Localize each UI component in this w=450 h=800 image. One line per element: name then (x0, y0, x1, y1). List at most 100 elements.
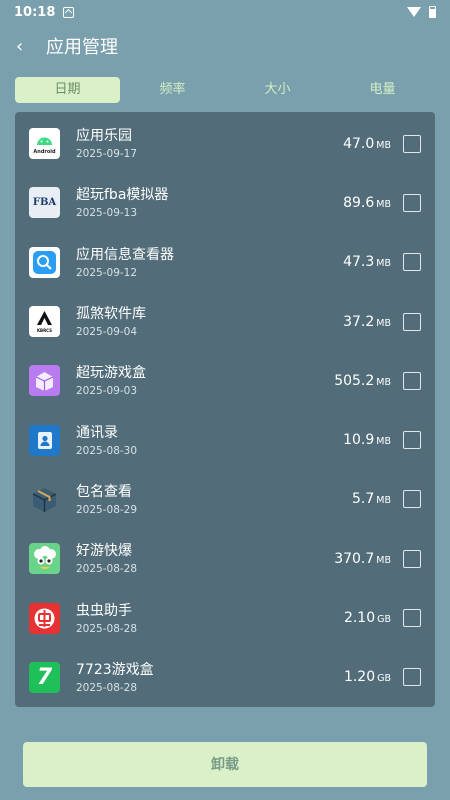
status-bar: 10:18 (0, 0, 450, 24)
app-date: 2025-09-17 (76, 148, 138, 161)
app-size: 10.9 MB (343, 432, 391, 448)
contacts-icon (29, 424, 60, 456)
tab-size[interactable]: 大小 (225, 77, 330, 103)
app-size: 5.7 MB (352, 491, 391, 507)
select-checkbox[interactable] (403, 193, 421, 212)
haoyou-popcorn-icon (29, 543, 60, 575)
back-arrow-icon[interactable]: ‹ (16, 36, 36, 57)
app-date: 2025-09-03 (76, 385, 138, 398)
select-checkbox[interactable] (403, 134, 421, 153)
size-unit: MB (376, 495, 391, 507)
gusha-icon-label: KBRCS (37, 328, 52, 333)
sort-tabs: 日期 频率 大小 电量 (15, 77, 435, 103)
list-item[interactable]: 虫虫助手 2025-08-28 2.10 GB (15, 588, 435, 647)
list-item[interactable]: 应用信息查看器 2025-09-12 47.3 MB (15, 233, 435, 292)
app-name: 好游快爆 (76, 543, 132, 560)
select-checkbox[interactable] (403, 431, 421, 450)
size-value: 505.2 (334, 372, 375, 389)
list-item[interactable]: 好游快爆 2025-08-28 370.7 MB (15, 529, 435, 588)
app-date: 2025-08-30 (76, 444, 138, 457)
app-info: 超玩fba模拟器 2025-09-13 (76, 186, 343, 219)
size-value: 47.0 (343, 135, 375, 152)
fba-icon: FBA (29, 187, 60, 219)
size-value: 2.10 (343, 610, 376, 627)
app-name: 包名查看 (76, 483, 132, 500)
size-unit: MB (376, 436, 391, 448)
app-info: 虫虫助手 2025-08-28 (76, 602, 344, 635)
app-info: 通讯录 2025-08-30 (76, 424, 343, 457)
app-date: 2025-08-28 (76, 622, 138, 635)
select-checkbox[interactable] (403, 490, 421, 509)
size-value: 1.20 (343, 669, 376, 686)
app-name: 虫虫助手 (76, 602, 132, 619)
app-name: 通讯录 (76, 424, 118, 441)
battery-icon (429, 6, 436, 18)
app-size: 37.2 MB (343, 314, 391, 330)
select-checkbox[interactable] (403, 609, 421, 628)
tab-date[interactable]: 日期 (15, 77, 120, 103)
tab-frequency[interactable]: 频率 (120, 77, 225, 103)
app-size: 1.20 GB (344, 669, 391, 685)
app-name: 7723游戏盒 (76, 661, 154, 678)
package-box-icon (29, 484, 60, 515)
select-checkbox[interactable] (403, 253, 421, 272)
size-unit: GB (377, 673, 391, 685)
app-size: 505.2 MB (334, 373, 391, 389)
size-unit: MB (376, 139, 391, 151)
status-time: 10:18 (14, 4, 56, 20)
app-info: 超玩游戏盒 2025-09-03 (76, 364, 334, 397)
android-icon: Android (29, 128, 60, 160)
app-date: 2025-08-29 (76, 503, 138, 516)
size-unit: MB (376, 317, 391, 329)
app-info: 孤煞软件库 2025-09-04 (76, 305, 343, 338)
app-date: 2025-09-04 (76, 326, 138, 339)
android-icon-label: Android (33, 149, 56, 155)
app-bar: ‹ 应用管理 (0, 24, 450, 68)
app-info: 应用乐园 2025-09-17 (76, 127, 343, 160)
list-item[interactable]: KBRCS 孤煞软件库 2025-09-04 37.2 MB (15, 292, 435, 351)
app-size: 47.3 MB (343, 254, 391, 270)
app-size: 2.10 GB (344, 610, 391, 626)
app-date: 2025-08-28 (76, 681, 138, 694)
wifi-icon (407, 7, 421, 17)
app-info: 好游快爆 2025-08-28 (76, 542, 334, 575)
size-value: 10.9 (343, 432, 375, 449)
list-item[interactable]: 包名查看 2025-08-29 5.7 MB (15, 470, 435, 529)
size-value: 37.2 (343, 313, 375, 330)
list-item[interactable]: 7 7723游戏盒 2025-08-28 1.20 GB (15, 648, 435, 707)
chongchong-icon (29, 602, 60, 634)
size-value: 370.7 (334, 550, 375, 567)
size-unit: GB (377, 614, 391, 626)
select-checkbox[interactable] (403, 312, 421, 331)
size-unit: MB (376, 554, 391, 566)
app-name: 超玩游戏盒 (76, 365, 146, 382)
list-item[interactable]: Android 应用乐园 2025-09-17 47.0 MB (15, 114, 435, 173)
app-size: 47.0 MB (343, 136, 391, 152)
app-info: 应用信息查看器 2025-09-12 (76, 246, 343, 279)
app-date: 2025-09-13 (76, 207, 138, 220)
app-name: 孤煞软件库 (76, 306, 146, 323)
size-value: 89.6 (343, 194, 375, 211)
app-name: 应用乐园 (76, 128, 132, 145)
app-date: 2025-08-28 (76, 563, 138, 576)
list-item[interactable]: FBA 超玩fba模拟器 2025-09-13 89.6 MB (15, 173, 435, 232)
game-box-icon (29, 365, 60, 397)
size-value: 47.3 (343, 254, 375, 271)
app-info-search-icon (29, 246, 60, 278)
tab-battery[interactable]: 电量 (330, 77, 435, 103)
list-item[interactable]: 通讯录 2025-08-30 10.9 MB (15, 410, 435, 469)
select-checkbox[interactable] (403, 549, 421, 568)
app-info: 包名查看 2025-08-29 (76, 483, 352, 516)
page-title: 应用管理 (46, 37, 118, 58)
app-date: 2025-09-12 (76, 266, 138, 279)
gusha-logo-icon: KBRCS (29, 306, 60, 338)
size-unit: MB (376, 258, 391, 270)
size-value: 5.7 (352, 491, 375, 508)
list-item[interactable]: 超玩游戏盒 2025-09-03 505.2 MB (15, 351, 435, 410)
app-name: 超玩fba模拟器 (76, 187, 169, 204)
status-icons (407, 6, 436, 18)
size-unit: MB (376, 376, 391, 388)
select-checkbox[interactable] (403, 371, 421, 390)
select-checkbox[interactable] (403, 668, 421, 687)
uninstall-button[interactable]: 卸载 (23, 742, 427, 787)
